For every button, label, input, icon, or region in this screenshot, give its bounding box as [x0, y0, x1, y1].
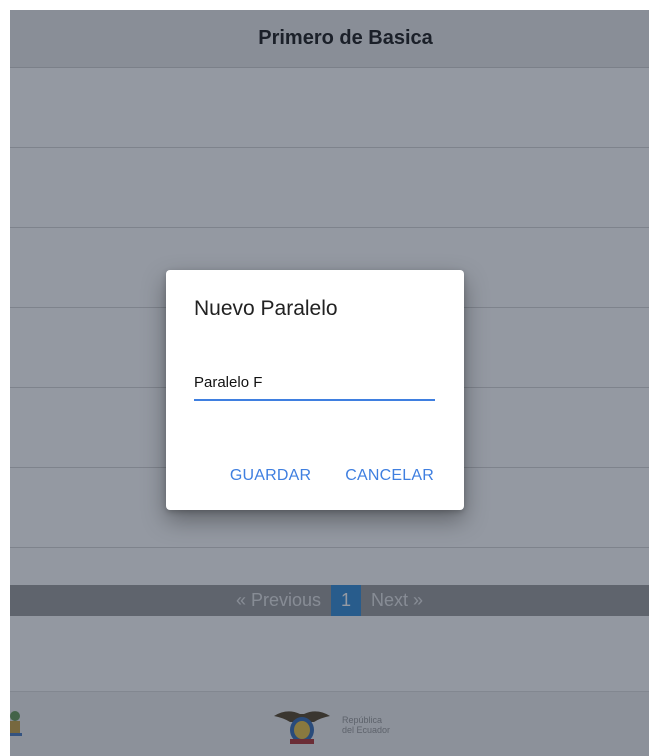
paralelo-name-input[interactable]: [194, 374, 435, 401]
new-paralelo-dialog: Nuevo Paralelo GUARDAR CANCELAR: [166, 270, 464, 510]
left-margin-strip: [0, 0, 10, 756]
dialog-actions: GUARDAR CANCELAR: [230, 467, 434, 485]
cancel-button[interactable]: CANCELAR: [345, 467, 434, 485]
save-button[interactable]: GUARDAR: [230, 467, 311, 485]
top-margin-strip: [0, 0, 649, 10]
dialog-title: Nuevo Paralelo: [194, 297, 338, 320]
